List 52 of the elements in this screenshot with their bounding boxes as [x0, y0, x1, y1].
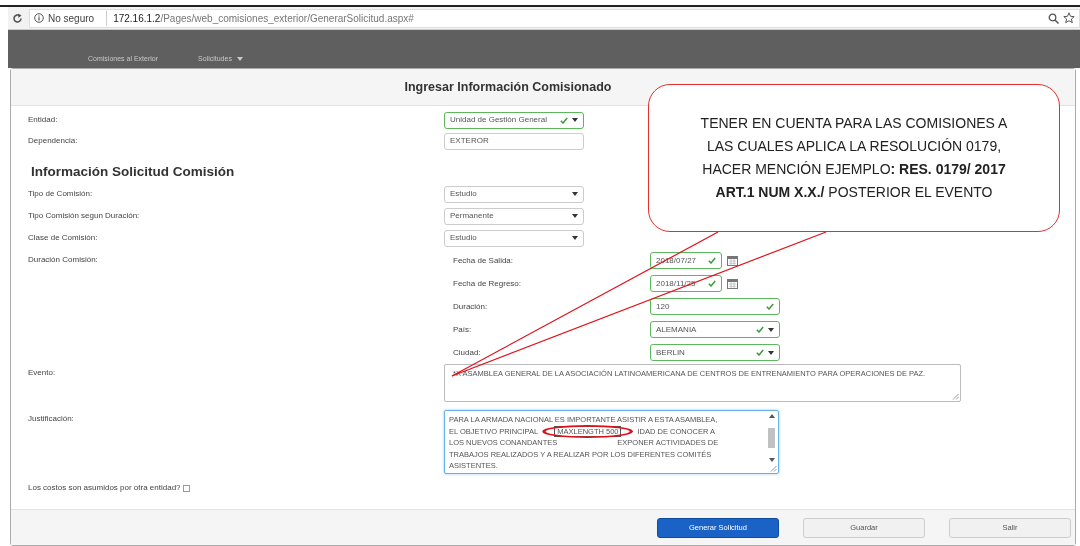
input-field[interactable]: EXTEROR — [444, 132, 584, 150]
caret-icon — [572, 118, 578, 122]
check-icon — [756, 326, 764, 333]
star-icon[interactable] — [1063, 12, 1075, 24]
address-bar[interactable]: No seguro 172.16.1.2/Pages/web_comisiones_exterior/GenerarSolicitud.aspx# — [29, 8, 1080, 28]
caret-icon — [572, 192, 578, 196]
scrollbar[interactable] — [767, 414, 776, 462]
info-icon — [34, 13, 44, 23]
select-field[interactable]: Estudio — [444, 229, 584, 247]
field-label: País: — [452, 323, 473, 336]
check-icon — [766, 303, 774, 310]
url-text: 172.16.1.2/Pages/web_comisiones_exterior/GenerarSolicitud.aspx# — [106, 10, 414, 26]
field-label: Duración: — [452, 300, 489, 313]
check-icon — [560, 116, 568, 124]
search-icon[interactable] — [1048, 12, 1059, 24]
field-label: Tipo de Comisión: — [28, 188, 94, 200]
check-icon — [708, 257, 716, 264]
resize-grip-icon[interactable] — [952, 393, 959, 400]
field-label: Tipo Comisión segun Duración: — [28, 210, 141, 222]
caret-icon — [572, 214, 578, 218]
callout-text: TENER EN CUENTA PARA LAS COMISIONES A LAS CUALES APLICA LA RESOLUCIÓN 0179, HACER MENCIÓN EJEMPLO: RES. 0179/ 2017 ART.1 NUM X.X./ POSTERIOR EL EVENTO — [699, 114, 1009, 202]
caret-icon — [768, 327, 774, 332]
field-label: Justificación: — [28, 414, 74, 423]
resize-grip-icon[interactable] — [770, 465, 777, 472]
text-area[interactable] — [444, 410, 779, 474]
caret-icon — [768, 350, 774, 355]
checkbox[interactable] — [182, 484, 190, 492]
caret-icon — [572, 236, 578, 240]
modal-title: Ingresar Información Comisionado — [404, 79, 612, 95]
calendar-icon[interactable] — [727, 278, 738, 289]
field-label: Los costos son asumidos por otra entidad? — [28, 482, 181, 494]
field-label: Entidad: — [28, 114, 59, 126]
check-icon — [756, 349, 764, 356]
select-field[interactable]: Estudio — [444, 185, 584, 203]
field-label: Fecha de Regreso: — [452, 277, 523, 290]
select-field[interactable]: BERLIN — [650, 344, 780, 361]
select-field[interactable]: Permanente — [444, 207, 584, 225]
check-icon — [708, 280, 716, 287]
calendar-icon[interactable] — [727, 255, 738, 266]
field-label: Ciudad: — [452, 346, 482, 359]
input-field[interactable]: 120 — [650, 298, 780, 315]
field-label: Clase de Comisión: — [28, 232, 99, 244]
field-label: Duración Comisión: — [28, 255, 98, 264]
field-label: Dependencia: — [28, 135, 79, 147]
security-label: No seguro — [48, 11, 95, 26]
select-field[interactable]: Unidad de Gestión General — [444, 111, 584, 129]
section-heading: Información Solicitud Comisión — [31, 163, 235, 180]
select-field[interactable]: ALEMANIA — [650, 321, 780, 338]
field-label: Fecha de Salida: — [452, 254, 515, 267]
reload-icon[interactable] — [12, 12, 23, 24]
input-field[interactable]: 2018/11/25 — [650, 275, 722, 292]
field-label: Evento: — [28, 368, 56, 377]
